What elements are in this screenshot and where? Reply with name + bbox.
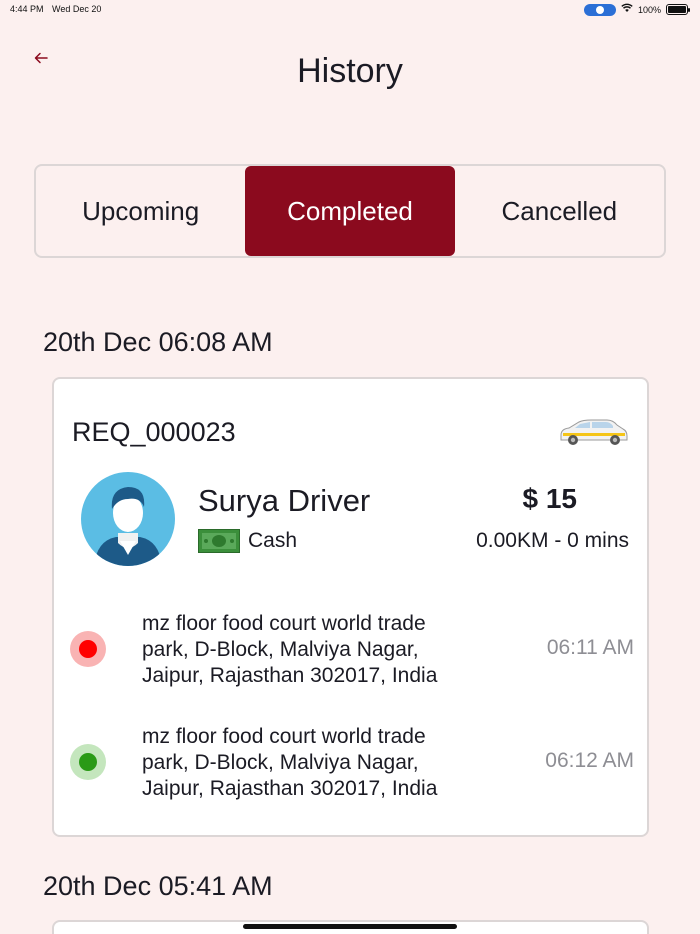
status-bar: 4:44 PM Wed Dec 20 100% [0,0,700,18]
pickup-address: mz floor food court world trade park, D-… [142,612,438,687]
page-title: History [297,52,403,90]
booking-date-heading: 20th Dec 06:08 AM [43,327,273,357]
taxi-car-icon [557,415,629,449]
status-date: Wed Dec 20 [52,4,102,14]
battery-icon [666,4,690,15]
payment-method: Cash [198,529,297,553]
drop-address: mz floor food court world trade park, D-… [142,725,438,800]
fare-amount: $ 15 [522,483,578,514]
home-indicator[interactable] [243,924,457,929]
request-id: REQ_000023 [72,417,236,447]
payment-label: Cash [248,529,298,552]
booking-card[interactable]: REQ_000023 Surya Driver Cash $ 15 0.00KM… [52,377,649,837]
cash-icon [198,529,240,553]
tab-completed[interactable]: Completed [245,166,455,256]
drop-time: 06:12 AM [545,749,634,772]
battery-percent: 100% [637,4,661,15]
pickup-stop: mz floor food court world trade park, D-… [70,611,636,691]
trip-distance-duration: 0.00KM - 0 mins [476,529,629,552]
drop-stop: mz floor food court world trade park, D-… [70,724,636,804]
status-icons: 100% [583,3,690,16]
drop-dot-icon [70,744,106,780]
tab-cancelled[interactable]: Cancelled [455,166,664,256]
history-tabs: Upcoming Completed Cancelled [34,164,666,258]
pickup-dot-icon [70,631,106,667]
booking-date-heading: 20th Dec 05:41 AM [43,871,273,901]
wifi-icon [621,3,633,16]
location-indicator-icon [583,3,616,16]
pickup-time: 06:11 AM [546,636,634,659]
tab-upcoming[interactable]: Upcoming [36,166,245,256]
avatar [80,471,176,567]
driver-name: Surya Driver [198,483,371,518]
status-time: 4:44 PM [10,4,44,14]
